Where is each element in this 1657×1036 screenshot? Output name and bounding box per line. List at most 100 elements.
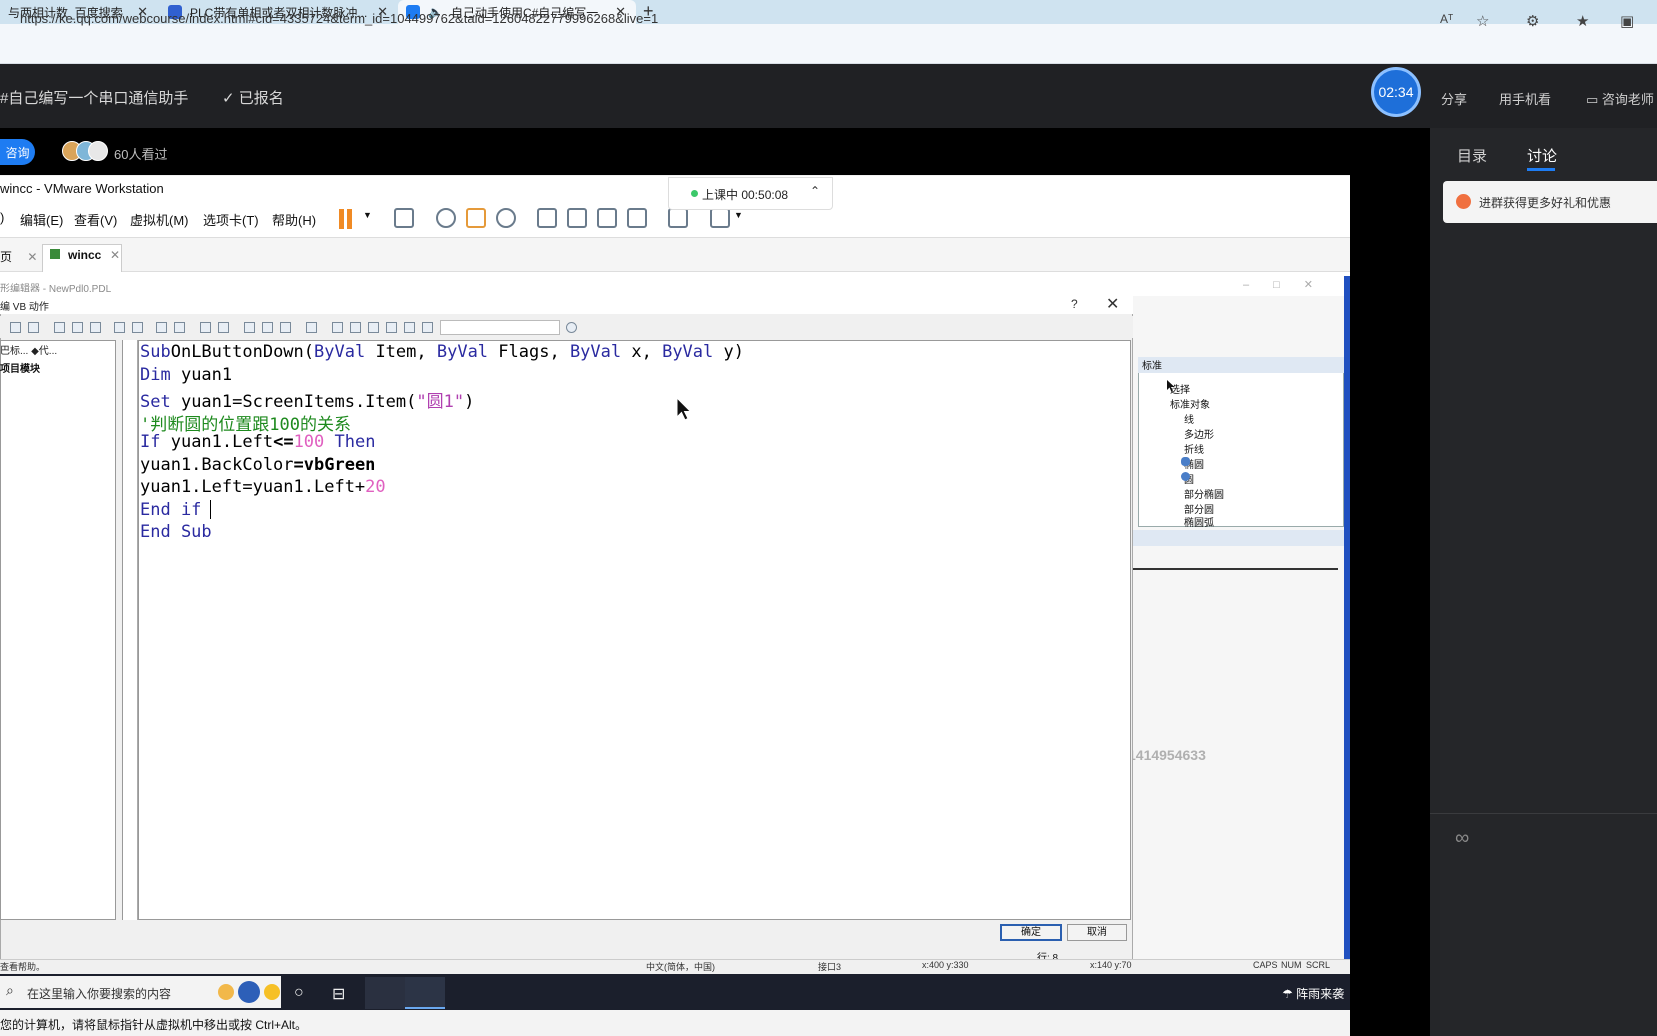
cut-icon[interactable] [54, 322, 65, 333]
code-token: Flags, [488, 342, 570, 362]
print-preview-icon[interactable] [28, 322, 39, 333]
mobile-watch-link[interactable]: 用手机看 [1499, 89, 1551, 108]
taskbar-app-wincc[interactable] [365, 977, 405, 1009]
std-item-partial-ellipse[interactable]: 部分椭圆 [1184, 486, 1224, 501]
promo-text: 进群获得更多好礼和优惠 [1479, 196, 1612, 210]
pause-icon[interactable] [339, 209, 355, 229]
chevron-down-icon[interactable]: ▼ [363, 210, 372, 220]
std-item-polyline[interactable]: 折线 [1184, 441, 1204, 456]
function-icon[interactable] [422, 322, 433, 333]
snapshot-restore-icon[interactable] [466, 208, 486, 228]
std-item-line[interactable]: 线 [1184, 411, 1194, 426]
ok-button[interactable]: 确定 [1000, 924, 1062, 941]
code-token: yuan1.Left=yuan1.Left+ [140, 477, 366, 497]
vm-tab-home[interactable]: 页 ✕ [0, 248, 37, 265]
trigger-clock-icon[interactable] [566, 322, 577, 333]
std-item-standard[interactable]: 标准对象 [1170, 396, 1210, 411]
outdent-icon[interactable] [174, 322, 185, 333]
indent-icon[interactable] [156, 322, 167, 333]
property-icon[interactable] [404, 322, 415, 333]
snapshot-manager-icon[interactable] [496, 208, 516, 228]
menu-edit[interactable]: 编辑(E) [20, 210, 63, 229]
replace-icon[interactable] [280, 322, 291, 333]
code-token: End Sub [140, 522, 212, 542]
vm-hint-text: 您的计算机，请将鼠标指针从虚拟机中移出或按 Ctrl+Alt。 [0, 1018, 308, 1032]
url-field[interactable]: https://ke.qq.com/webcourse/index.html#c… [20, 11, 658, 26]
extensions-icon[interactable]: ⚙ [1526, 12, 1539, 30]
globe-icon[interactable] [238, 981, 260, 1003]
close-icon[interactable]: ✕ [110, 248, 120, 262]
code-token: yuan1.BackColor [140, 454, 294, 475]
panel-divider [1132, 568, 1338, 570]
folder-open-icon[interactable] [368, 322, 379, 333]
share-link[interactable]: 分享 [1441, 89, 1467, 108]
std-item-ellipse-arc[interactable]: 椭圆弧 [1184, 514, 1214, 529]
task-view-icon[interactable]: ⊟ [332, 984, 345, 1004]
menu-tabs[interactable]: 选项卡(T) [203, 210, 259, 229]
code-token: Dim [140, 364, 171, 385]
link-icon[interactable]: ∞ [1455, 827, 1469, 850]
menu-vm[interactable]: 虚拟机(M) [130, 210, 189, 229]
collections-icon[interactable]: ▣ [1620, 12, 1634, 30]
menu-partial[interactable]: ) [0, 210, 4, 225]
close-icon[interactable]: ✕ [27, 250, 37, 264]
close-icon[interactable]: ✕ [1106, 294, 1119, 314]
window-controls[interactable]: –□✕ [1243, 278, 1337, 291]
cancel-button[interactable]: 取消 [1067, 924, 1127, 941]
tree-item-project-module[interactable]: 项目模块 [0, 360, 40, 375]
code-line: Dim yuan1 [140, 365, 232, 385]
bookmark-icon[interactable] [244, 322, 255, 333]
menu-help[interactable]: 帮助(H) [272, 210, 316, 229]
thumbnail-bar-icon[interactable] [567, 208, 587, 228]
syntax-check-icon[interactable] [306, 322, 317, 333]
favorites-icon[interactable]: ★ [1576, 12, 1589, 30]
std-item-polygon[interactable]: 多边形 [1184, 426, 1214, 441]
chevron-up-icon[interactable]: ⌃ [810, 184, 820, 198]
copy-icon[interactable] [72, 322, 83, 333]
code-token: If [140, 432, 161, 452]
ellipse-icon [1181, 457, 1190, 466]
undo-icon[interactable] [114, 322, 125, 333]
status-scrl: SCRL [1306, 960, 1331, 970]
weather-widget[interactable]: ☂ 阵雨来袭 [1282, 985, 1344, 1002]
vm-icon [50, 248, 66, 262]
send-ctrl-alt-del-icon[interactable] [394, 208, 414, 228]
code-token: ByVal [314, 342, 366, 362]
code-token: <= [273, 432, 294, 452]
favorite-add-icon[interactable]: ☆ [1476, 12, 1489, 30]
sidebar-toggle-icon[interactable] [537, 208, 557, 228]
tab-toc[interactable]: 目录 [1457, 145, 1487, 166]
taskbar-app-graphics-designer[interactable] [405, 977, 445, 1009]
fullscreen-icon[interactable] [597, 208, 617, 228]
tag-icon[interactable] [332, 322, 343, 333]
standard-panel-title: 标准 [1138, 357, 1344, 373]
cortana-icon[interactable]: ○ [294, 984, 304, 1002]
avatar [88, 141, 108, 161]
uncomment-icon[interactable] [218, 322, 229, 333]
live-status-text: 上课中 00:50:08 [702, 188, 789, 202]
redo-icon[interactable] [132, 322, 143, 333]
object-icon[interactable] [386, 322, 397, 333]
read-aloud-icon[interactable]: Aᵀ [1440, 12, 1453, 26]
menu-view[interactable]: 查看(V) [74, 210, 117, 229]
comment-icon[interactable] [200, 322, 211, 333]
weather-sun-icon[interactable] [264, 984, 280, 1000]
stretch-icon[interactable] [710, 208, 730, 228]
find-icon[interactable] [262, 322, 273, 333]
snapshot-icon[interactable] [436, 208, 456, 228]
code-token: yuan1 [170, 364, 233, 385]
news-icon[interactable] [218, 984, 234, 1000]
folder-icon[interactable] [350, 322, 361, 333]
print-icon[interactable] [10, 322, 21, 333]
code-token: =vbGreen [293, 454, 376, 475]
console-icon[interactable] [668, 208, 688, 228]
tab-discussion[interactable]: 讨论 [1527, 145, 1557, 166]
chevron-down-icon[interactable]: ▼ [734, 210, 743, 220]
tree-tabs[interactable]: 巴标... ◆代... [0, 342, 57, 357]
vb-search-input[interactable] [440, 320, 560, 335]
consult-button[interactable]: 咨询 [0, 139, 35, 165]
unity-icon[interactable] [627, 208, 647, 228]
paste-icon[interactable] [90, 322, 101, 333]
help-button[interactable]: ? [1071, 297, 1078, 311]
consult-teacher-link[interactable]: ▭ 咨询老师 [1586, 89, 1654, 108]
